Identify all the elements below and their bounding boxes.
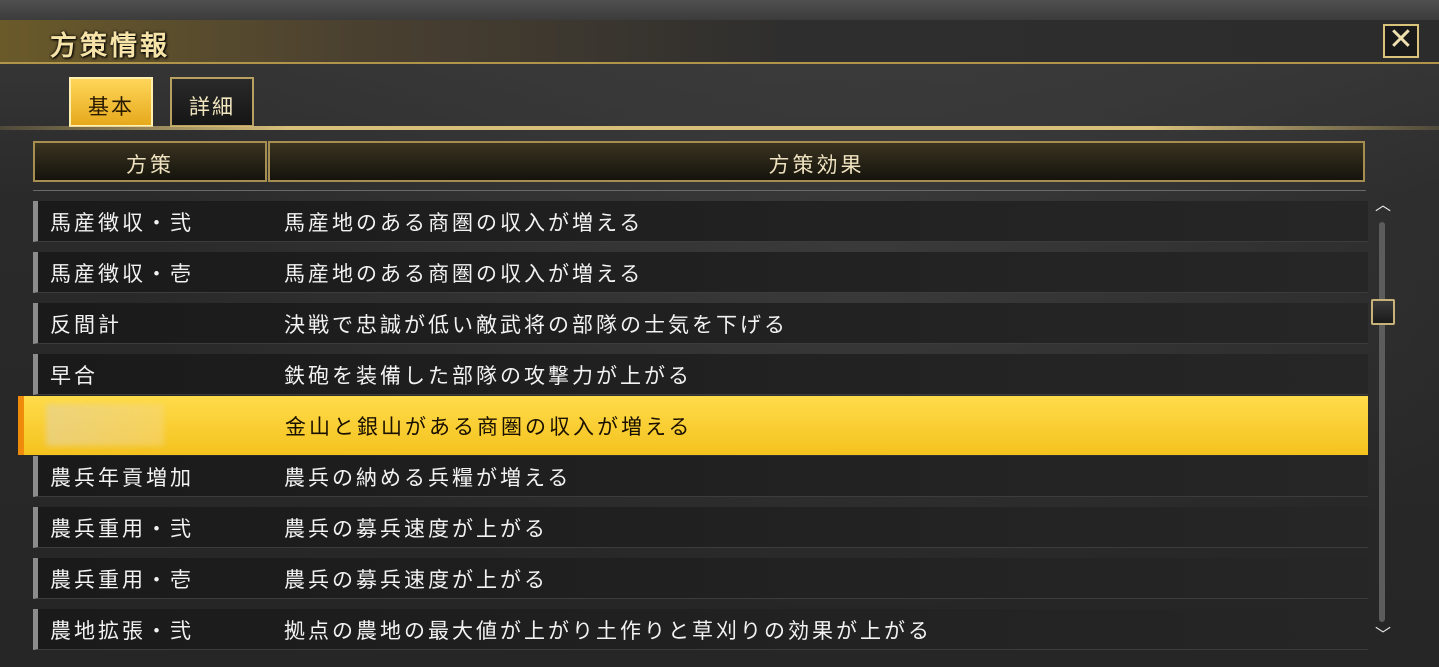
policy-effect: 馬産地のある商圏の収入が増える	[284, 211, 644, 235]
policy-effect: 金山と銀山がある商圏の収入が増える	[285, 415, 693, 439]
policy-name: 反間計	[50, 313, 122, 337]
policy-effect: 農兵の募兵速度が上がる	[284, 568, 548, 592]
list-item[interactable]: 馬産徴収・弐 馬産地のある商圏の収入が増える	[33, 201, 1368, 242]
list-item[interactable]: 農地拡張・弐 拠点の農地の最大値が上がり土作りと草刈りの効果が上がる	[33, 609, 1368, 650]
list-item[interactable]: 農兵重用・壱 農兵の募兵速度が上がる	[33, 558, 1368, 599]
scrollbar-track[interactable]	[1379, 222, 1385, 622]
policy-info-window: 方策情報 ✕ 基本 詳細 方策 方策効果 馬産徴収・弐 馬産地のある商圏の収入が…	[0, 0, 1439, 667]
policy-name: 農兵重用・壱	[50, 568, 194, 592]
list-item[interactable]: 農兵重用・弐 農兵の募兵速度が上がる	[33, 507, 1368, 548]
tabs-divider	[0, 126, 1439, 130]
tab-basic[interactable]: 基本	[69, 77, 153, 127]
window-title: 方策情報	[50, 31, 170, 62]
scroll-down-icon[interactable]: ﹀	[1372, 626, 1394, 644]
column-header-policy[interactable]: 方策	[33, 141, 267, 182]
policy-effect: 鉄砲を装備した部隊の攻撃力が上がる	[284, 364, 692, 388]
policy-effect: 拠点の農地の最大値が上がり土作りと草刈りの効果が上がる	[284, 619, 932, 643]
list-item[interactable]: 馬産徴収・壱 馬産地のある商圏の収入が増える	[33, 252, 1368, 293]
list-item-selected[interactable]: 金山と銀山がある商圏の収入が増える	[18, 396, 1368, 455]
list-item[interactable]: 早合 鉄砲を装備した部隊の攻撃力が上がる	[33, 354, 1368, 395]
title-bar: 方策情報	[0, 20, 1439, 64]
scroll-up-icon[interactable]: ︿	[1372, 196, 1394, 214]
policy-name: 農地拡張・弐	[50, 619, 194, 643]
list-item[interactable]: 反間計 決戦で忠誠が低い敵武将の部隊の士気を下げる	[33, 303, 1368, 344]
policy-effect: 決戦で忠誠が低い敵武将の部隊の士気を下げる	[284, 313, 788, 337]
policy-name: 馬産徴収・壱	[50, 262, 194, 286]
policy-effect: 馬産地のある商圏の収入が増える	[284, 262, 644, 286]
close-button[interactable]: ✕	[1383, 24, 1419, 58]
policy-name: 早合	[50, 364, 98, 388]
obscured-policy-name	[46, 404, 164, 446]
policy-name: 農兵重用・弐	[50, 517, 194, 541]
policy-effect: 農兵の納める兵糧が増える	[284, 466, 572, 490]
list-item[interactable]: 農兵年貢増加 農兵の納める兵糧が増える	[33, 456, 1368, 497]
policy-effect: 農兵の募兵速度が上がる	[284, 517, 548, 541]
top-strip	[0, 0, 1439, 20]
scrollbar-thumb[interactable]	[1371, 299, 1395, 325]
tab-detail[interactable]: 詳細	[170, 77, 254, 127]
policy-name: 馬産徴収・弐	[50, 211, 194, 235]
policy-name: 農兵年貢増加	[50, 466, 194, 490]
header-divider	[33, 190, 1366, 191]
column-header-effect[interactable]: 方策効果	[268, 141, 1365, 182]
